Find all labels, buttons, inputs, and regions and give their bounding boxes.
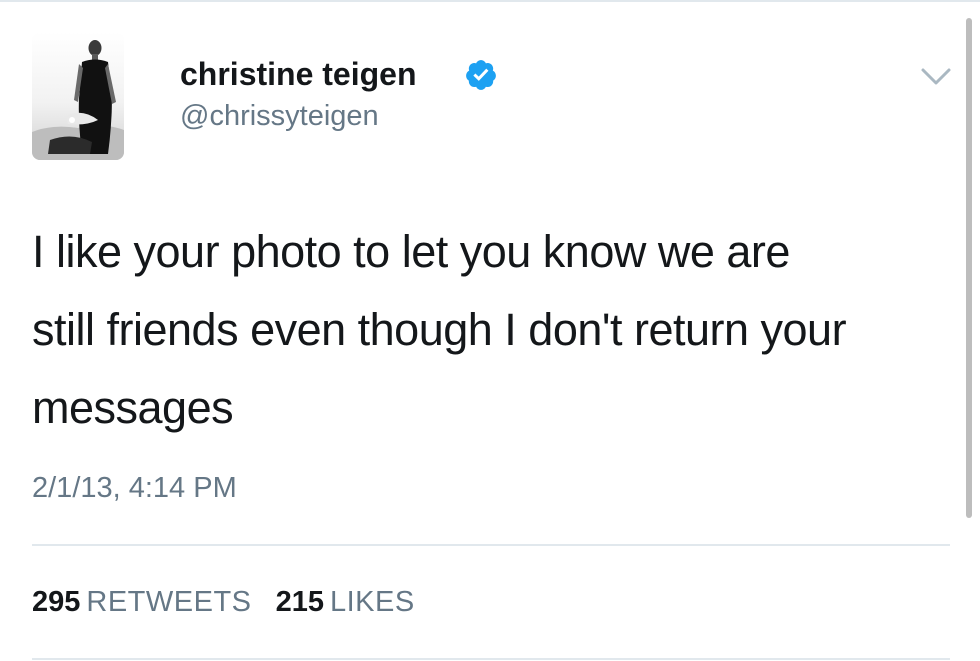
likes-label: LIKES xyxy=(329,586,415,618)
engagement-stats: 295 RETWEETS 215 LIKES xyxy=(32,584,431,620)
chevron-down-icon[interactable] xyxy=(920,66,952,88)
stats-divider-top xyxy=(32,544,950,546)
tweet-text-line: I like your photo to let you know we are xyxy=(32,226,790,277)
retweets-label: RETWEETS xyxy=(86,586,252,618)
verified-badge-icon xyxy=(464,58,498,92)
retweets-count: 295 xyxy=(32,586,81,618)
likes-count: 215 xyxy=(275,586,324,618)
retweets-stat[interactable]: 295 RETWEETS xyxy=(32,584,252,620)
tweet-timestamp[interactable]: 2/1/13, 4:14 PM xyxy=(32,470,237,506)
tweet-text-line: still friends even though I don't return… xyxy=(32,304,847,355)
scrollbar[interactable] xyxy=(966,18,972,518)
top-divider xyxy=(0,0,980,2)
tweet-text-line: messages xyxy=(32,382,234,433)
avatar[interactable] xyxy=(32,32,124,160)
display-name[interactable]: christine teigen xyxy=(180,55,417,93)
profile-photo xyxy=(32,32,124,160)
stats-divider-bottom xyxy=(32,658,950,660)
user-handle[interactable]: @chrissyteigen xyxy=(180,98,379,134)
tweet-text: I like your photo to let you know we are… xyxy=(32,213,952,447)
likes-stat[interactable]: 215 LIKES xyxy=(276,584,415,620)
